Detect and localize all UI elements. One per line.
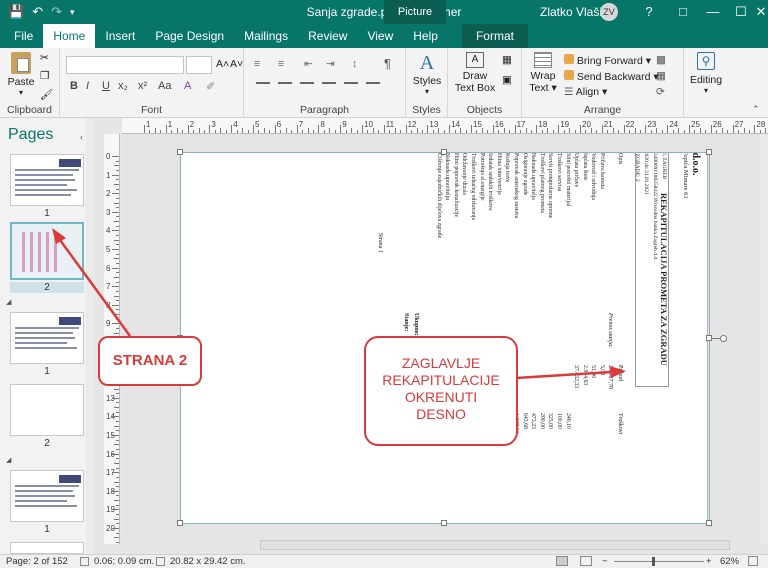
- callout-strana-2: STRANA 2: [98, 336, 202, 386]
- status-bar: Page: 2 of 152 0.06; 0.09 cm. 20.82 x 29…: [0, 554, 768, 568]
- cursor-position: 0.06; 0.09 cm.: [94, 556, 155, 567]
- two-page-view-icon[interactable]: [580, 556, 592, 566]
- page-indicator[interactable]: Page: 2 of 152: [6, 556, 68, 567]
- arrow-to-page-2: [58, 239, 132, 337]
- zoom-out-button[interactable]: −: [602, 556, 608, 567]
- object-size: 20.82 x 29.42 cm.: [170, 556, 246, 567]
- arrow-to-header: [515, 370, 613, 380]
- position-icon: [80, 557, 89, 566]
- size-icon: [156, 557, 165, 566]
- single-page-view-icon[interactable]: [556, 556, 568, 566]
- arrowhead: [610, 366, 626, 378]
- zoom-slider[interactable]: [614, 561, 704, 562]
- zoom-slider-thumb[interactable]: [652, 557, 655, 566]
- callout-zaglavlje: ZAGLAVLJE REKAPITULACIJE OKRENUTI DESNO: [364, 336, 518, 446]
- annotation-arrows: [52, 228, 626, 380]
- zoom-level[interactable]: 62%: [720, 556, 739, 567]
- arrowhead: [52, 228, 66, 244]
- zoom-in-button[interactable]: +: [706, 556, 712, 567]
- fit-page-icon[interactable]: [748, 556, 758, 566]
